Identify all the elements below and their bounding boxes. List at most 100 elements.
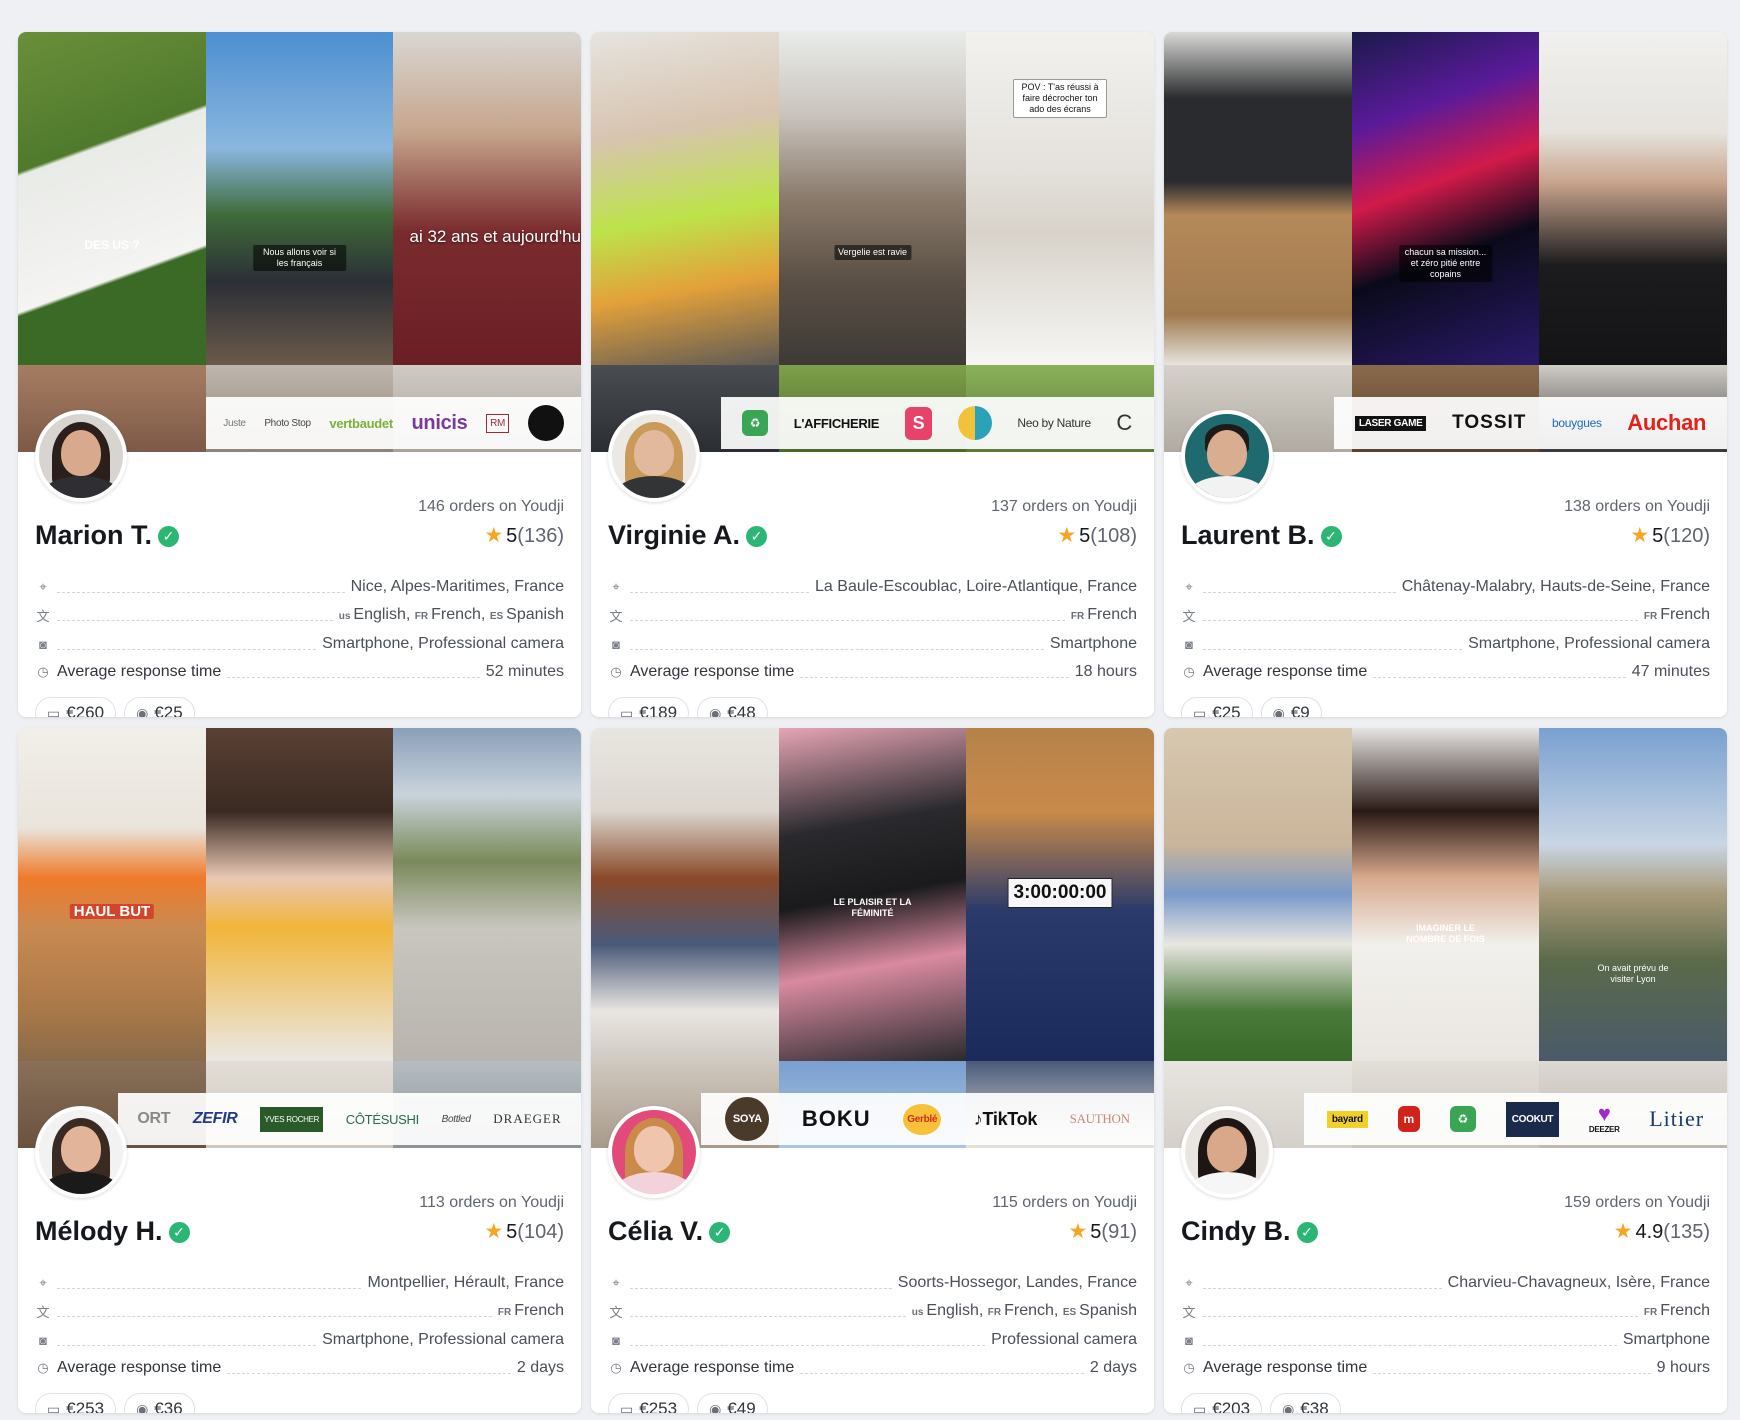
photo-camera-icon: ◉: [1282, 1400, 1295, 1414]
video-thumbnail[interactable]: [1164, 32, 1352, 365]
video-thumbnails[interactable]: chacun sa mission... et zéro pitié entre…: [1164, 32, 1727, 452]
photo-price-pill[interactable]: ◉ €38: [1270, 1393, 1341, 1413]
location-row: ⌖ Châtenay-Malabry, Hauts-de-Seine, Fran…: [1181, 575, 1710, 599]
equipment-row: ◙ Smartphone: [1181, 1328, 1710, 1352]
video-price-pill[interactable]: ▭ €253: [35, 1393, 117, 1414]
video-thumbnail[interactable]: HAUL BUT: [18, 728, 206, 1061]
location-row: ⌖ Montpellier, Hérault, France: [35, 1271, 564, 1295]
avatar[interactable]: [35, 410, 127, 502]
brand-logo: LASER GAME: [1354, 415, 1427, 431]
camera-icon: ◙: [612, 1332, 620, 1348]
avatar[interactable]: [608, 410, 700, 502]
languages-row: 文 us English, FR French, ES Spanish: [609, 1302, 1137, 1320]
thumbnail-caption: chacun sa mission... et zéro pitié entre…: [1398, 245, 1493, 283]
video-camera-icon: ▭: [620, 1400, 634, 1414]
price-pills: ▭ €260 ◉ €25: [35, 697, 195, 717]
video-thumbnails[interactable]: IMAGINER LE NOMBRE DE FOIS On avait prév…: [1164, 728, 1727, 1148]
video-thumbnail[interactable]: [1164, 728, 1352, 1061]
clock-icon: ◷: [37, 1360, 49, 1375]
creator-name[interactable]: Mélody H.: [35, 1216, 163, 1246]
countdown-timer: 3:00:00:00: [1007, 878, 1113, 908]
photo-price-pill[interactable]: ◉ €36: [124, 1393, 195, 1413]
video-thumbnail[interactable]: [591, 32, 779, 365]
rating: ★ 5(108): [1057, 524, 1137, 547]
camera-icon: ◙: [1185, 636, 1193, 652]
map-pin-icon: ⌖: [612, 1275, 620, 1290]
brand-logo: C: [1116, 410, 1134, 435]
video-thumbnail[interactable]: chacun sa mission... et zéro pitié entre…: [1352, 32, 1539, 365]
video-thumbnail[interactable]: IMAGINER LE NOMBRE DE FOIS: [1352, 728, 1539, 1061]
avatar[interactable]: [608, 1106, 700, 1198]
video-thumbnails[interactable]: HAUL BUT: [18, 728, 581, 1148]
creator-card-laurent[interactable]: chacun sa mission... et zéro pitié entre…: [1164, 32, 1727, 717]
creator-card-cindy[interactable]: IMAGINER LE NOMBRE DE FOIS On avait prév…: [1164, 728, 1727, 1413]
photo-price-pill[interactable]: ◉ €25: [124, 697, 195, 717]
video-camera-icon: ▭: [1193, 1400, 1207, 1414]
order-count: 113 orders on Youdji: [419, 1194, 564, 1211]
video-thumbnail[interactable]: On avait prévu de visiter Lyon: [1539, 728, 1727, 1061]
video-thumbnails[interactable]: LE PLAISIR ET LA FÉMINITÉ 3:00:00:00: [591, 728, 1154, 1148]
thumbnail-caption: LE PLAISIR ET LA FÉMINITÉ: [833, 896, 912, 918]
brand-logo: YVES ROCHER: [260, 1106, 324, 1132]
photo-camera-icon: ◉: [709, 704, 722, 718]
price-pills: ▭ €203 ◉ €38: [1181, 1393, 1341, 1413]
brand-logos: bayard m ♻ COOKUT ♥ DEEZER Litier: [1304, 1093, 1727, 1145]
video-thumbnail[interactable]: [206, 728, 393, 1061]
creator-name[interactable]: Célia V.: [608, 1216, 703, 1246]
video-price-pill[interactable]: ▭ €260: [35, 697, 117, 717]
rating-value: 5: [506, 525, 518, 547]
avatar[interactable]: [35, 1106, 127, 1198]
verified-check-icon: ✓: [709, 1222, 731, 1243]
creator-name[interactable]: Cindy B.: [1181, 1216, 1291, 1246]
creator-name[interactable]: Marion T.: [35, 520, 152, 550]
video-price-pill[interactable]: ▭ €253: [608, 1393, 690, 1414]
video-thumbnail[interactable]: POV : T'as réussi à faire décrocher ton …: [966, 32, 1154, 365]
brand-logos: LASER GAME TOSSIT bouygues Auchan: [1334, 397, 1727, 449]
milan-logo-icon: m: [1397, 1106, 1420, 1132]
video-thumbnail[interactable]: Nous allons voir si les français: [206, 32, 393, 365]
video-thumbnail[interactable]: LE PLAISIR ET LA FÉMINITÉ: [779, 728, 966, 1061]
location-row: ⌖ Soorts-Hossegor, Landes, France: [608, 1271, 1137, 1295]
languages-value: us English, FR French, ES Spanish: [338, 606, 564, 623]
video-thumbnails[interactable]: DES US ? Nous allons voir si les françai…: [18, 32, 581, 452]
photo-price-pill[interactable]: ◉ €9: [1260, 697, 1322, 717]
video-thumbnail[interactable]: Vergelie est ravie: [779, 32, 966, 365]
creator-card-marion[interactable]: DES US ? Nous allons voir si les françai…: [18, 32, 581, 717]
video-thumbnail[interactable]: [1539, 32, 1727, 365]
photo-price-pill[interactable]: ◉ €49: [697, 1393, 768, 1413]
creator-name[interactable]: Virginie A.: [608, 520, 740, 550]
avatar[interactable]: [1181, 410, 1273, 502]
video-thumbnail[interactable]: [591, 728, 779, 1061]
thumbnail-caption: On avait prévu de visiter Lyon: [1597, 963, 1669, 985]
thumbnail-caption: Vergelie est ravie: [833, 245, 912, 261]
video-price-pill[interactable]: ▭ €203: [1181, 1393, 1263, 1414]
video-camera-icon: ▭: [47, 1400, 61, 1414]
response-row: ◷ Average response time 9 hours: [1181, 1356, 1710, 1380]
creator-card-melody[interactable]: HAUL BUT ORT ZEFIR YVES ROCHER CÔTÉSUSHI…: [18, 728, 581, 1413]
creator-name[interactable]: Laurent B.: [1181, 520, 1315, 550]
video-price-pill[interactable]: ▭ €25: [1181, 697, 1253, 717]
camera-icon: ◙: [1185, 1332, 1193, 1348]
video-camera-icon: ▭: [1193, 704, 1207, 718]
brand-logo: Litier: [1649, 1106, 1705, 1131]
verified-check-icon: ✓: [746, 526, 768, 547]
video-thumbnail[interactable]: DES US ?: [18, 32, 206, 365]
video-thumbnail[interactable]: [393, 728, 581, 1061]
photo-price-pill[interactable]: ◉ €48: [697, 697, 768, 717]
brand-logos: SOYA BOKU Gerblé ♪TikTok SAUTHON: [701, 1093, 1154, 1145]
video-thumbnail[interactable]: ai 32 ans et aujourd'hu: [393, 32, 581, 365]
video-thumbnails[interactable]: Vergelie est ravie POV : T'as réussi à f…: [591, 32, 1154, 452]
swirl-logo-icon: [957, 406, 992, 440]
creator-card-virginie[interactable]: Vergelie est ravie POV : T'as réussi à f…: [591, 32, 1154, 717]
creator-card-celia[interactable]: LE PLAISIR ET LA FÉMINITÉ 3:00:00:00 SOY…: [591, 728, 1154, 1413]
star-icon: ★: [1068, 1220, 1088, 1243]
brand-logo: CÔTÉSUSHI: [345, 1111, 419, 1127]
brand-logo: BOKU: [801, 1106, 871, 1131]
video-price-pill[interactable]: ▭ €189: [608, 697, 690, 717]
avatar[interactable]: [1181, 1106, 1273, 1198]
thumbnail-caption: POV : T'as réussi à faire décrocher ton …: [1013, 78, 1107, 118]
brand-logo: SOYA: [725, 1097, 770, 1141]
brand-logo: Bottled: [441, 1113, 471, 1125]
map-pin-icon: ⌖: [612, 579, 620, 594]
video-thumbnail[interactable]: 3:00:00:00: [966, 728, 1154, 1061]
